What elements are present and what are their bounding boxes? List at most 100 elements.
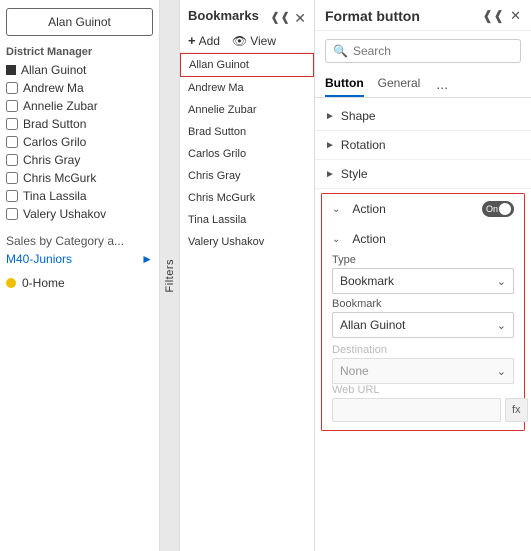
home-label: 0-Home: [22, 276, 65, 290]
district-manager-list: Allan Guinot Andrew Ma Annelie Zubar Bra…: [6, 62, 153, 222]
action-body: ⌄ Action Type Bookmark ⌄ Bookmark Allan …: [322, 224, 524, 430]
tab-more-button[interactable]: ...: [436, 76, 448, 92]
bookmarks-content: Bookmarks ❰❰ ✕ + Add 👁 View Allan Guinot…: [180, 0, 314, 551]
bookmark-item-tina[interactable]: Tina Lassila: [180, 209, 314, 231]
rotation-chevron-icon: ►: [325, 140, 335, 151]
bookmark-list: Allan Guinot Andrew Ma Annelie Zubar Bra…: [180, 53, 314, 551]
alan-guinot-button[interactable]: Alan Guinot: [6, 8, 153, 36]
search-icon: 🔍: [333, 44, 348, 58]
sales-label: Sales by Category a...: [6, 234, 153, 248]
add-label: Add: [199, 34, 220, 48]
view-bookmark-button[interactable]: 👁 View: [232, 33, 276, 48]
bookmarks-header: Bookmarks ❰❰ ✕ + Add 👁 View: [180, 0, 314, 53]
bookmarks-nav: ❰❰ ✕: [270, 10, 306, 27]
action-chevron-icon: ⌄: [332, 204, 340, 215]
shape-chevron-icon: ►: [325, 111, 335, 122]
style-section[interactable]: ► Style: [315, 160, 531, 189]
shape-label: Shape: [341, 109, 376, 123]
checkbox-carlos[interactable]: [6, 136, 18, 148]
chevron-right-icon: ►: [141, 252, 153, 266]
bookmark-item-valery[interactable]: Valery Ushakov: [180, 231, 314, 253]
home-row: 0-Home: [6, 276, 153, 290]
bookmark-item-chrismcgurk[interactable]: Chris McGurk: [180, 187, 314, 209]
toggle-knob: [499, 203, 511, 215]
type-dropdown[interactable]: Bookmark ⌄: [332, 268, 514, 294]
fx-button[interactable]: fx: [505, 398, 528, 422]
type-field-label: Type: [332, 254, 514, 266]
list-item[interactable]: Andrew Ma: [6, 80, 153, 96]
expand-icon[interactable]: ❰❰: [482, 8, 504, 24]
weburl-input-row: fx: [332, 398, 514, 422]
bookmark-item-annelie[interactable]: Annelie Zubar: [180, 99, 314, 121]
toggle-on-label: On: [486, 204, 498, 214]
list-item[interactable]: Valery Ushakov: [6, 206, 153, 222]
shape-section[interactable]: ► Shape: [315, 102, 531, 131]
checkbox-valery[interactable]: [6, 208, 18, 220]
district-manager-title: District Manager: [6, 46, 153, 58]
action-left: ⌄ Action: [332, 202, 386, 216]
type-value: Bookmark: [340, 274, 394, 288]
bookmark-value: Allan Guinot: [340, 318, 405, 332]
sections: ► Shape ► Rotation ► Style ⌄ Action On: [315, 98, 531, 551]
checkbox-tina[interactable]: [6, 190, 18, 202]
add-bookmark-button[interactable]: + Add: [188, 33, 220, 48]
checkbox-chrisg[interactable]: [6, 154, 18, 166]
weburl-input[interactable]: [332, 398, 501, 422]
bookmark-dropdown[interactable]: Allan Guinot ⌄: [332, 312, 514, 338]
checkbox-annelie[interactable]: [6, 100, 18, 112]
rotation-label: Rotation: [341, 138, 386, 152]
style-chevron-icon: ►: [325, 169, 335, 180]
close-panel-icon[interactable]: ✕: [510, 8, 521, 24]
search-input[interactable]: [353, 44, 513, 58]
list-item[interactable]: Allan Guinot: [6, 62, 153, 78]
m40-label: M40-Juniors: [6, 252, 72, 266]
destination-field-label: Destination: [332, 344, 514, 356]
type-dropdown-arrow-icon: ⌄: [497, 275, 506, 288]
tab-button[interactable]: Button: [325, 71, 364, 97]
right-panel: Format button ❰❰ ✕ 🔍 Button General ... …: [315, 0, 531, 551]
bookmarks-panel: Filters Bookmarks ❰❰ ✕ + Add 👁 View: [160, 0, 315, 551]
action-toggle[interactable]: On: [482, 201, 514, 217]
bookmark-field-label: Bookmark: [332, 298, 514, 310]
list-item[interactable]: Chris McGurk: [6, 170, 153, 186]
filters-label: Filters: [164, 259, 176, 292]
list-item[interactable]: Tina Lassila: [6, 188, 153, 204]
style-label: Style: [341, 167, 368, 181]
chevron-left-icon[interactable]: ❰❰: [270, 10, 290, 27]
bookmark-item-allan[interactable]: Allan Guinot: [180, 53, 314, 77]
action-section: ⌄ Action On ⌄ Action Type Bookmark: [321, 193, 525, 431]
m40-row[interactable]: M40-Juniors ►: [6, 252, 153, 266]
sub-action-chevron-icon: ⌄: [332, 234, 340, 245]
list-item[interactable]: Annelie Zubar: [6, 98, 153, 114]
add-icon: +: [188, 33, 196, 48]
sub-action-label: Action: [352, 232, 385, 246]
list-item[interactable]: Brad Sutton: [6, 116, 153, 132]
bookmark-item-brad[interactable]: Brad Sutton: [180, 121, 314, 143]
list-item[interactable]: Carlos Grilo: [6, 134, 153, 150]
checkbox-brad[interactable]: [6, 118, 18, 130]
yellow-circle-icon: [6, 278, 16, 288]
filled-square-icon: [6, 65, 16, 75]
bookmark-item-carlos[interactable]: Carlos Grilo: [180, 143, 314, 165]
tab-general[interactable]: General: [378, 71, 421, 97]
format-title: Format button: [325, 8, 420, 24]
view-label: View: [250, 34, 276, 48]
action-header[interactable]: ⌄ Action On: [322, 194, 524, 224]
view-icon: 👁: [232, 34, 247, 48]
sub-action-row[interactable]: ⌄ Action: [332, 228, 514, 250]
rotation-section[interactable]: ► Rotation: [315, 131, 531, 160]
filters-tab[interactable]: Filters: [160, 0, 180, 551]
list-item[interactable]: Chris Gray: [6, 152, 153, 168]
bookmark-item-chrisgray[interactable]: Chris Gray: [180, 165, 314, 187]
action-label: Action: [352, 202, 385, 216]
checkbox-chrism[interactable]: [6, 172, 18, 184]
left-bottom: Sales by Category a... M40-Juniors ► 0-H…: [6, 234, 153, 290]
search-box[interactable]: 🔍: [325, 39, 521, 63]
checkbox-andrew[interactable]: [6, 82, 18, 94]
destination-dropdown-arrow-icon: ⌄: [497, 365, 506, 378]
close-icon[interactable]: ✕: [294, 10, 306, 27]
bookmarks-actions: + Add 👁 View: [188, 33, 306, 48]
left-panel: Alan Guinot District Manager Allan Guino…: [0, 0, 160, 551]
destination-dropdown[interactable]: None ⌄: [332, 358, 514, 384]
bookmark-item-andrew[interactable]: Andrew Ma: [180, 77, 314, 99]
